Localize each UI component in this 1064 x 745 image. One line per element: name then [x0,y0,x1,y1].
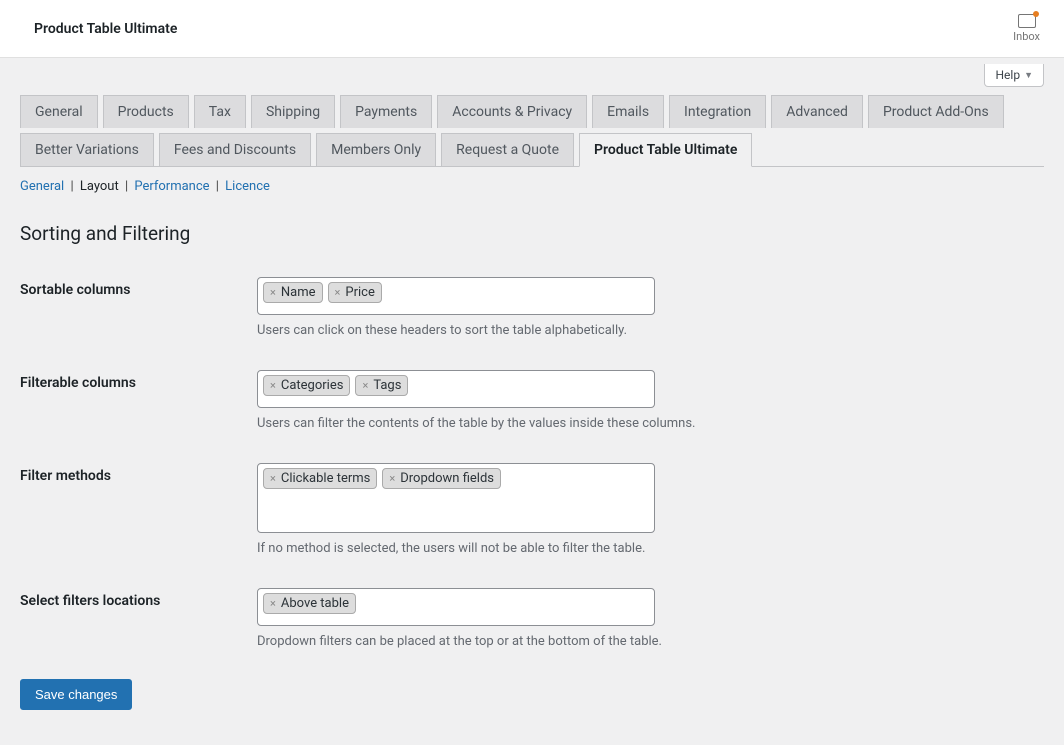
row-filterable-columns: Filterable columns ×Categories×Tags User… [20,354,1044,447]
description-filterable: Users can filter the contents of the tab… [257,416,695,431]
tag-dropdown-fields: ×Dropdown fields [382,468,501,489]
tag-tags: ×Tags [355,375,408,396]
tag-clickable-terms: ×Clickable terms [263,468,377,489]
filterable-columns-input[interactable]: ×Categories×Tags [257,370,655,408]
field-filter-locations: ×Above table Dropdown filters can be pla… [257,588,662,649]
remove-icon[interactable]: × [333,286,343,299]
sortable-columns-input[interactable]: ×Name×Price [257,277,655,315]
chevron-down-icon: ▼ [1024,70,1033,81]
save-button[interactable]: Save changes [20,679,132,710]
separator: | [64,179,80,194]
tab-request-a-quote[interactable]: Request a Quote [441,133,574,166]
tab-product-table-ultimate[interactable]: Product Table Ultimate [579,133,752,167]
tag-price: ×Price [328,282,382,303]
help-label: Help [995,68,1020,82]
help-row: Help ▼ [0,58,1064,87]
remove-icon[interactable]: × [387,472,397,485]
row-filter-methods: Filter methods ×Clickable terms×Dropdown… [20,447,1044,572]
tab-general[interactable]: General [20,95,98,128]
tab-better-variations[interactable]: Better Variations [20,133,154,166]
filter-locations-input[interactable]: ×Above table [257,588,655,626]
tag-name: ×Name [263,282,323,303]
tag-label: Clickable terms [281,471,371,486]
tag-label: Dropdown fields [400,471,494,486]
subnav-licence[interactable]: Licence [225,179,270,194]
tag-label: Categories [281,378,344,393]
tag-label: Price [345,285,374,300]
nav-tabs-container: GeneralProductsTaxShippingPaymentsAccoun… [20,95,1044,167]
form-table: Sortable columns ×Name×Price Users can c… [20,261,1044,665]
sub-navigation: General | Layout | Performance | Licence [20,167,1044,194]
page-title: Product Table Ultimate [34,21,177,37]
tab-accounts-privacy[interactable]: Accounts & Privacy [437,95,587,128]
tab-advanced[interactable]: Advanced [771,95,863,128]
tab-members-only[interactable]: Members Only [316,133,436,166]
tab-integration[interactable]: Integration [669,95,766,128]
tag-label: Tags [373,378,401,393]
remove-icon[interactable]: × [268,286,278,299]
header-bar: Product Table Ultimate Inbox [0,0,1064,58]
separator: | [119,179,135,194]
help-button[interactable]: Help ▼ [984,64,1044,87]
filter-methods-input[interactable]: ×Clickable terms×Dropdown fields [257,463,655,533]
tag-above-table: ×Above table [263,593,356,614]
tab-shipping[interactable]: Shipping [251,95,335,128]
nav-tabs: GeneralProductsTaxShippingPaymentsAccoun… [20,95,1044,166]
field-filterable-columns: ×Categories×Tags Users can filter the co… [257,370,695,431]
tab-tax[interactable]: Tax [194,95,246,128]
tag-label: Above table [281,596,349,611]
separator: | [210,179,226,194]
tab-fees-and-discounts[interactable]: Fees and Discounts [159,133,311,166]
row-sortable-columns: Sortable columns ×Name×Price Users can c… [20,261,1044,354]
field-filter-methods: ×Clickable terms×Dropdown fields If no m… [257,463,655,556]
label-filter-methods: Filter methods [20,463,257,484]
section-title: Sorting and Filtering [20,222,1044,245]
inbox-icon [1018,14,1036,28]
description-sortable: Users can click on these headers to sort… [257,323,655,338]
tab-emails[interactable]: Emails [592,95,664,128]
subnav-layout[interactable]: Layout [80,179,119,194]
remove-icon[interactable]: × [268,597,278,610]
remove-icon[interactable]: × [268,472,278,485]
remove-icon[interactable]: × [268,379,278,392]
content-area: GeneralProductsTaxShippingPaymentsAccoun… [0,95,1064,730]
tab-product-add-ons[interactable]: Product Add-Ons [868,95,1004,128]
tag-categories: ×Categories [263,375,350,396]
subnav-general[interactable]: General [20,179,64,194]
inbox-button[interactable]: Inbox [1013,14,1040,43]
tab-payments[interactable]: Payments [340,95,432,128]
subnav-performance[interactable]: Performance [134,179,209,194]
inbox-label: Inbox [1013,30,1040,43]
description-locations: Dropdown filters can be placed at the to… [257,634,662,649]
tab-products[interactable]: Products [103,95,189,128]
field-sortable-columns: ×Name×Price Users can click on these hea… [257,277,655,338]
label-sortable-columns: Sortable columns [20,277,257,298]
row-filter-locations: Select filters locations ×Above table Dr… [20,572,1044,665]
label-filterable-columns: Filterable columns [20,370,257,391]
remove-icon[interactable]: × [360,379,370,392]
description-methods: If no method is selected, the users will… [257,541,655,556]
tag-label: Name [281,285,316,300]
label-filter-locations: Select filters locations [20,588,257,609]
